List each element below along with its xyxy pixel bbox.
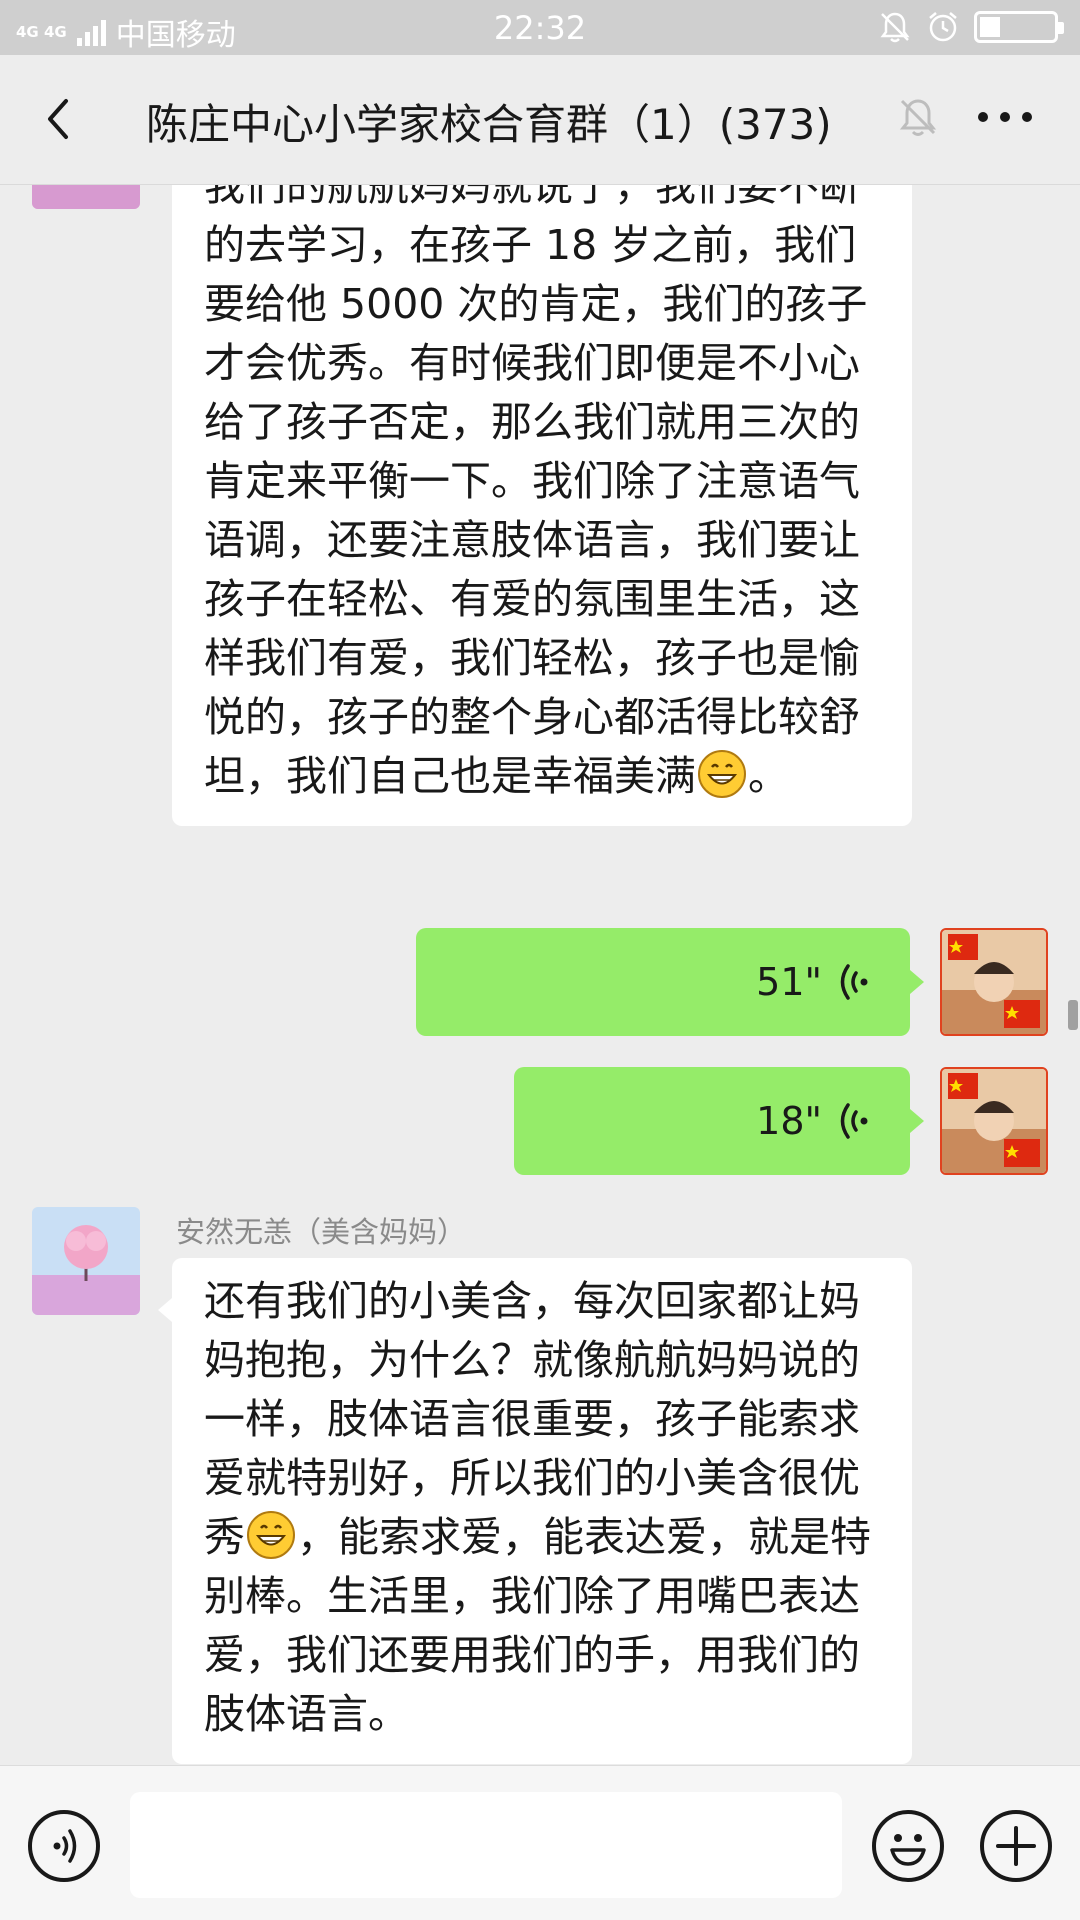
message-text-bubble[interactable]: 还有我们的小美含，每次回家都让妈妈抱抱，为什么？就像航航妈妈说的一样，肢体语言很… xyxy=(158,1258,912,1764)
sender-name: 安然无恙（美含妈妈） xyxy=(176,1215,467,1249)
message-text: 我们的航航妈妈就说了，我们要不断的去学习，在孩子 18 岁之前，我们要给他 50… xyxy=(204,185,868,800)
scrollbar-thumb[interactable] xyxy=(1068,1000,1078,1030)
back-icon[interactable] xyxy=(30,89,90,149)
voice-input-button[interactable] xyxy=(28,1810,100,1882)
message-list[interactable]: 我们的航航妈妈就说了，我们要不断的去学习，在孩子 18 岁之前，我们要给他 50… xyxy=(0,185,1080,1765)
group-title: 陈庄中心小学家校合育群（1）(373) xyxy=(146,100,832,149)
voice-message[interactable]: 18" xyxy=(514,1067,924,1175)
more-icon[interactable] xyxy=(975,107,1035,127)
message-text-tail: ，能索求爱，能表达爱，就是特别棒。生活里，我们除了用嘴巴表达爱，我们还要用我们的… xyxy=(204,1513,871,1738)
status-bar: 4G 4G 中国移动 22:32 xyxy=(0,0,1080,55)
status-right xyxy=(878,10,1064,44)
emoji-icon xyxy=(890,1834,926,1866)
battery-icon xyxy=(974,11,1064,43)
bell-muted-icon xyxy=(880,12,910,43)
mute-icon xyxy=(899,99,937,136)
input-bar xyxy=(0,1765,1080,1920)
voice-wave-icon xyxy=(840,964,868,1000)
sender-avatar[interactable] xyxy=(32,1207,140,1315)
my-avatar[interactable] xyxy=(940,1067,1048,1175)
voice-message[interactable]: 51" xyxy=(416,928,924,1036)
my-avatar[interactable] xyxy=(940,928,1048,1036)
message-text-bubble[interactable]: 我们的航航妈妈就说了，我们要不断的去学习，在孩子 18 岁之前，我们要给他 50… xyxy=(172,185,912,826)
alarm-icon xyxy=(929,12,957,42)
plus-button[interactable] xyxy=(980,1810,1052,1882)
voice-duration: 51" xyxy=(756,960,822,1004)
emoji-button[interactable] xyxy=(872,1810,944,1882)
message-text-tail: 。 xyxy=(748,752,789,800)
plus-icon xyxy=(996,1826,1036,1866)
message-input[interactable] xyxy=(130,1792,842,1898)
grinning-emoji-icon xyxy=(698,750,746,798)
sender-avatar[interactable] xyxy=(32,185,140,209)
voice-input-icon xyxy=(53,1829,77,1863)
voice-wave-icon xyxy=(840,1103,868,1139)
grinning-emoji-icon xyxy=(247,1511,295,1559)
voice-duration: 18" xyxy=(756,1099,822,1143)
chat-header: 陈庄中心小学家校合育群（1）(373) xyxy=(0,55,1080,185)
